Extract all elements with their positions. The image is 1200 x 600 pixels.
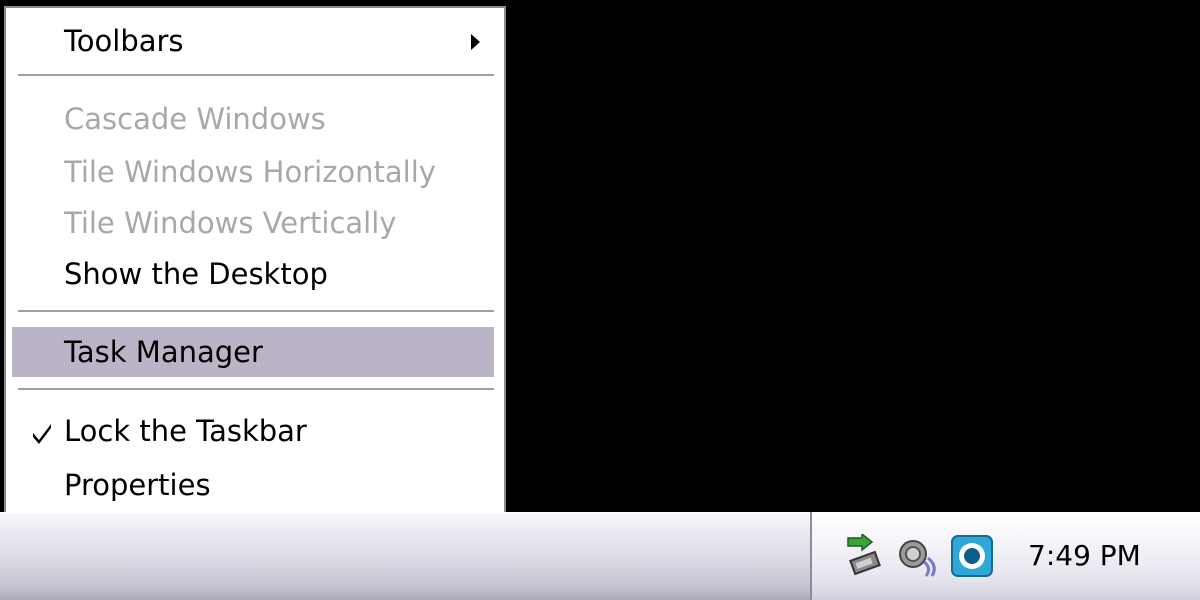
menu-item-lock-taskbar[interactable]: Lock the Taskbar: [12, 406, 496, 456]
menu-item-label: Tile Windows Horizontally: [64, 155, 436, 189]
volume-icon[interactable]: [896, 534, 940, 578]
menu-item-label: Cascade Windows: [64, 102, 326, 136]
menu-item-label: Lock the Taskbar: [64, 414, 307, 448]
taskbar-context-menu: Toolbars Cascade Windows Tile Windows Ho…: [4, 6, 506, 518]
menu-item-tile-horizontally[interactable]: Tile Windows Horizontally: [12, 147, 496, 197]
menu-separator: [18, 310, 494, 312]
menu-item-tile-vertically[interactable]: Tile Windows Vertically: [12, 198, 496, 248]
clock[interactable]: 7:49 PM: [1028, 534, 1141, 578]
menu-item-label: Properties: [64, 468, 211, 502]
menu-separator: [18, 388, 494, 390]
menu-item-cascade-windows[interactable]: Cascade Windows: [12, 94, 496, 144]
safely-remove-hardware-icon[interactable]: [842, 534, 886, 578]
menu-item-label: Tile Windows Vertically: [64, 206, 397, 240]
menu-item-label: Task Manager: [64, 335, 263, 369]
menu-item-properties[interactable]: Properties: [12, 460, 496, 510]
menu-item-show-desktop[interactable]: Show the Desktop: [12, 249, 496, 299]
menu-item-label: Show the Desktop: [64, 257, 328, 291]
taskbar[interactable]: [0, 512, 810, 600]
menu-item-task-manager[interactable]: Task Manager: [12, 327, 494, 377]
checkmark-icon: [33, 424, 51, 444]
menu-item-label: Toolbars: [64, 24, 184, 58]
menu-item-toolbars[interactable]: Toolbars: [12, 16, 496, 66]
menu-separator: [18, 74, 494, 76]
notification-area: 7:49 PM: [810, 512, 1200, 600]
blue-circle-app-icon[interactable]: [950, 534, 994, 578]
submenu-arrow-icon: [471, 34, 480, 50]
